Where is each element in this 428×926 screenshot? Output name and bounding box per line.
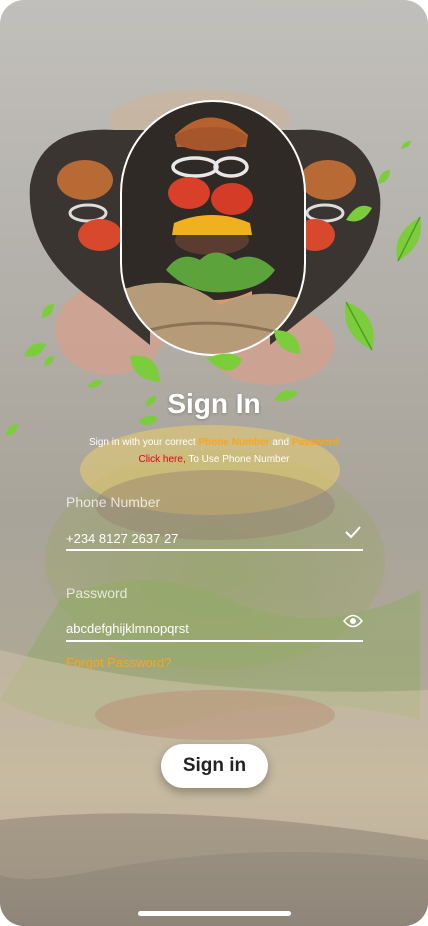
leaf-icon: [274, 330, 300, 354]
sign-in-instructions: Sign in with your correct Phone Number a…: [0, 434, 428, 468]
center-burger-photo: [121, 101, 305, 355]
leaf-icon: [44, 356, 54, 366]
eye-icon[interactable]: [343, 614, 363, 628]
sign-in-screen: Sign In Sign in with your correct Phone …: [0, 0, 428, 926]
password-label: Password: [66, 585, 128, 601]
phone-number-underline: [66, 549, 363, 551]
leaf-icon: [42, 304, 54, 318]
instructions-line-1: Sign in with your correct Phone Number a…: [0, 434, 428, 451]
use-phone-text: To Use Phone Number: [185, 454, 290, 465]
leaf-icon: [396, 216, 422, 262]
leaf-icon: [401, 141, 411, 149]
sign-in-button[interactable]: Sign in: [161, 744, 268, 788]
forgot-password-link[interactable]: Forgot Password?: [66, 655, 172, 670]
leaf-icon: [130, 355, 160, 382]
click-here-link[interactable]: Click here,: [138, 454, 185, 465]
password-highlight: Password: [291, 437, 340, 448]
instructions-text: Sign in with your correct: [88, 437, 199, 448]
leaf-icon: [346, 205, 372, 222]
phone-number-input[interactable]: +234 8127 2637 27: [66, 531, 178, 546]
password-input[interactable]: abcdefghijklmnopqrst: [66, 621, 189, 636]
phone-number-label: Phone Number: [66, 494, 161, 510]
page-title: Sign In: [167, 388, 261, 419]
password-underline: [66, 640, 363, 642]
leaf-icon: [206, 353, 242, 371]
check-icon: [345, 526, 361, 539]
leaf-icon: [378, 170, 390, 184]
leaf-icon: [345, 301, 374, 351]
home-indicator: [138, 911, 291, 916]
instructions-line-2: Click here, To Use Phone Number: [0, 451, 428, 468]
phone-number-highlight: Phone Number: [198, 437, 270, 448]
and-text: and: [269, 437, 292, 448]
